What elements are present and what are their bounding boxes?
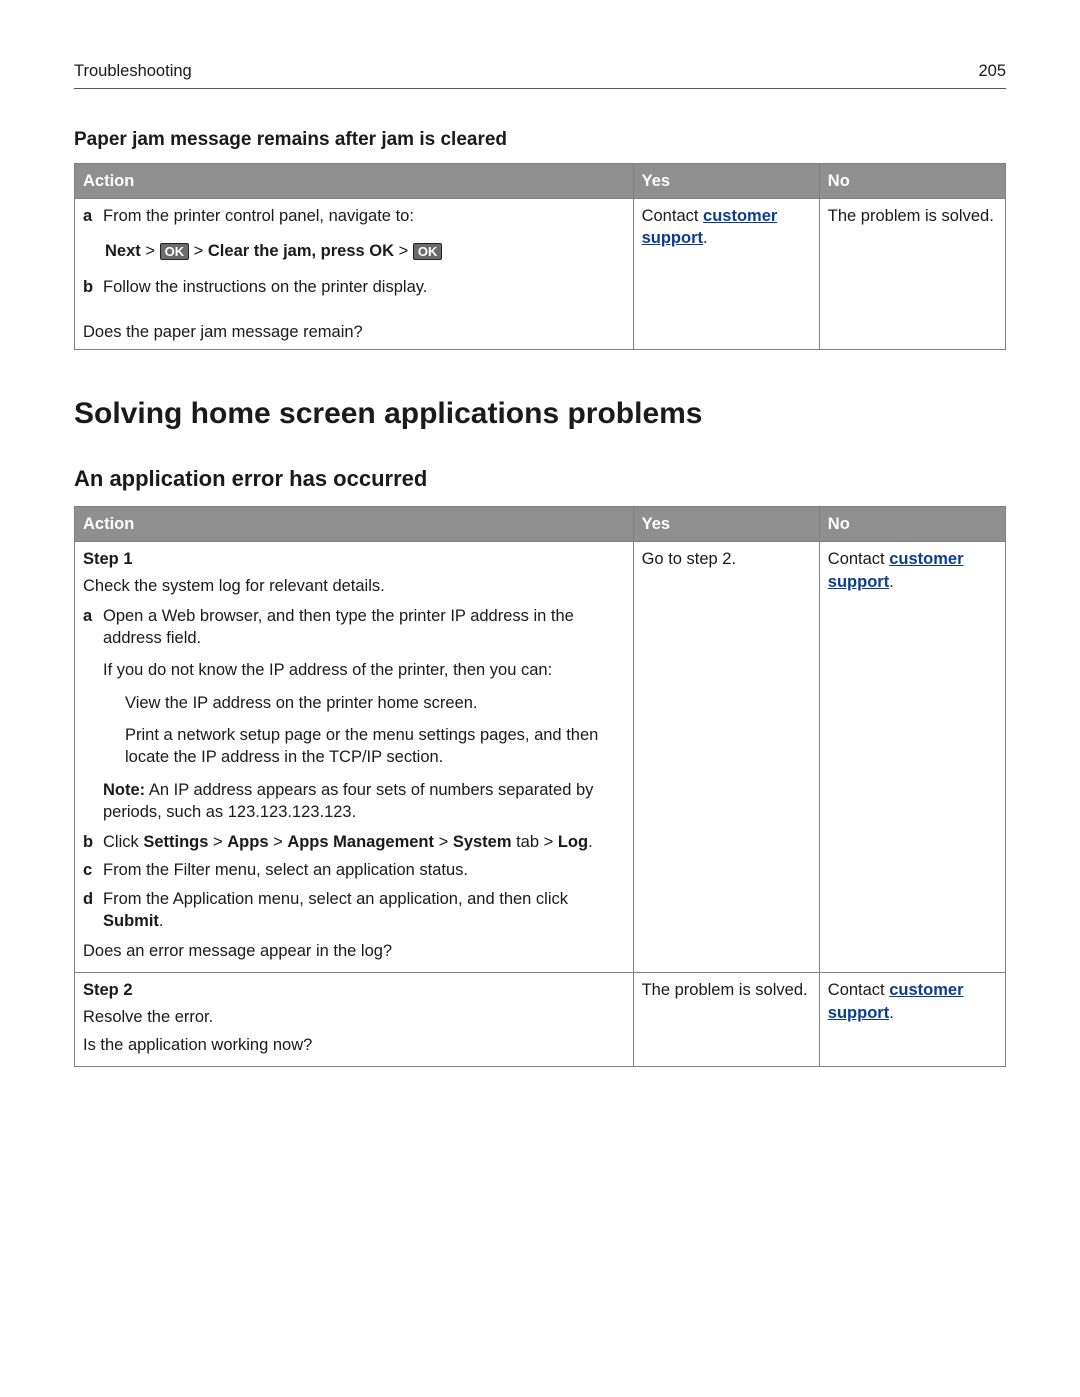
step-label: Step 1 (83, 548, 625, 570)
question-text: Does the paper jam message remain? (83, 321, 625, 343)
table-header-row: Action Yes No (75, 163, 1006, 198)
nav-sep: > (189, 242, 208, 260)
no-pre: Contact (828, 981, 889, 999)
note-label: Note: (103, 781, 145, 799)
th-action: Action (75, 163, 634, 198)
nav-clear: Clear the jam, press OK (208, 242, 394, 260)
yes-pre: Contact (642, 207, 703, 225)
th-action: Action (75, 507, 634, 542)
th-yes: Yes (633, 163, 819, 198)
step-a-text: From the printer control panel, navigate… (103, 205, 625, 227)
list-letter-c: c (83, 859, 103, 881)
step-a-main: Open a Web browser, and then type the pr… (103, 607, 574, 647)
step-label: Step 2 (83, 979, 625, 1001)
d-pre: From the Application menu, select an app… (103, 890, 568, 908)
b-apps-mgmt: Apps Management (287, 833, 434, 851)
nav-sep: > (394, 242, 413, 260)
list-letter-b: b (83, 831, 103, 853)
cell-yes: Go to step 2. (633, 542, 819, 973)
step-c: From the Filter menu, select an applicat… (103, 859, 625, 881)
b-sep: > (208, 833, 227, 851)
application-error-table: Action Yes No Step 1 Check the system lo… (74, 506, 1006, 1067)
list-letter-a: a (83, 205, 103, 227)
cell-no: The problem is solved. (819, 199, 1005, 350)
ok-button-icon: OK (413, 243, 443, 260)
cell-action: Step 1 Check the system log for relevant… (75, 542, 634, 973)
section-title-paper-jam: Paper jam message remains after jam is c… (74, 127, 1006, 153)
cell-action: Step 2 Resolve the error. Is the applica… (75, 973, 634, 1067)
b-settings: Settings (143, 833, 208, 851)
page-number: 205 (978, 60, 1006, 82)
table-row: Step 2 Resolve the error. Is the applica… (75, 973, 1006, 1067)
b-post: . (588, 833, 593, 851)
step-intro: Resolve the error. (83, 1006, 625, 1028)
d-post: . (159, 912, 164, 930)
no-post: . (889, 1004, 894, 1022)
step-b: Click Settings > Apps > Apps Management … (103, 831, 625, 853)
b-log: Log (558, 833, 588, 851)
main-heading: Solving home screen applications problem… (74, 394, 1006, 435)
paper-jam-table: Action Yes No a From the printer control… (74, 163, 1006, 350)
d-submit: Submit (103, 912, 159, 930)
page-header: Troubleshooting 205 (74, 60, 1006, 89)
cell-yes: Contact customer support. (633, 199, 819, 350)
sub-heading: An application error has occurred (74, 464, 1006, 494)
no-pre: Contact (828, 550, 889, 568)
nav-sep: > (141, 242, 160, 260)
cell-yes: The problem is solved. (633, 973, 819, 1067)
list-letter-b: b (83, 276, 103, 298)
cell-no: Contact customer support. (819, 973, 1005, 1067)
page-container: Troubleshooting 205 Paper jam message re… (0, 0, 1080, 1115)
cell-no: Contact customer support. (819, 542, 1005, 973)
b-tab: tab > (512, 833, 558, 851)
th-yes: Yes (633, 507, 819, 542)
b-pre: Click (103, 833, 143, 851)
table-header-row: Action Yes No (75, 507, 1006, 542)
b-sep: > (269, 833, 288, 851)
step-a: Open a Web browser, and then type the pr… (103, 605, 625, 825)
table-row: Step 1 Check the system log for relevant… (75, 542, 1006, 973)
note-text: An IP address appears as four sets of nu… (103, 781, 593, 821)
step-d: From the Application menu, select an app… (103, 888, 625, 933)
step-a-opt2: Print a network setup page or the menu s… (103, 724, 625, 769)
table-row: a From the printer control panel, naviga… (75, 199, 1006, 350)
navigation-path: Next > OK > Clear the jam, press OK > OK (105, 235, 625, 268)
b-apps: Apps (227, 833, 268, 851)
list-letter-a: a (83, 605, 103, 825)
nav-next: Next (105, 242, 141, 260)
step-b-text: Follow the instructions on the printer d… (103, 276, 625, 298)
ok-button-icon: OK (160, 243, 190, 260)
no-post: . (889, 573, 894, 591)
yes-post: . (703, 229, 708, 247)
step-a-opt1: View the IP address on the printer home … (103, 692, 625, 714)
th-no: No (819, 507, 1005, 542)
list-letter-d: d (83, 888, 103, 933)
th-no: No (819, 163, 1005, 198)
question-text: Is the application working now? (83, 1034, 625, 1056)
b-system: System (453, 833, 512, 851)
step-a-if: If you do not know the IP address of the… (103, 659, 625, 681)
cell-action: a From the printer control panel, naviga… (75, 199, 634, 350)
question-text: Does an error message appear in the log? (83, 940, 625, 962)
b-sep: > (434, 833, 453, 851)
header-left: Troubleshooting (74, 60, 192, 82)
step-intro: Check the system log for relevant detail… (83, 575, 625, 597)
